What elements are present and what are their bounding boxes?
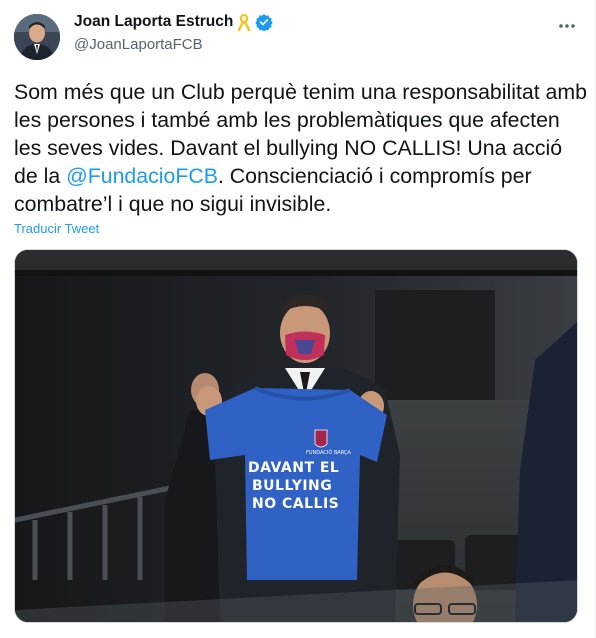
author-name-row: Joan Laporta Estruch bbox=[74, 13, 274, 32]
photo-scene: FUNDACIÓ BARÇA DAVANT EL BULLYING NO CAL… bbox=[15, 250, 577, 622]
tweet-text: Som més que un Club perquè tenim una res… bbox=[14, 78, 589, 218]
translate-tweet-link[interactable]: Traducir Tweet bbox=[14, 221, 99, 236]
author-name[interactable]: Joan Laporta Estruch bbox=[74, 13, 233, 31]
more-options-icon[interactable] bbox=[557, 16, 577, 36]
shirt-line-1: DAVANT EL bbox=[248, 460, 339, 476]
author-handle[interactable]: @JoanLaportaFCB bbox=[74, 36, 203, 53]
tweet-photo[interactable]: FUNDACIÓ BARÇA DAVANT EL BULLYING NO CAL… bbox=[14, 249, 578, 623]
shirt-line-2: BULLYING bbox=[252, 478, 332, 494]
shirt-logo-text: FUNDACIÓ BARÇA bbox=[306, 449, 351, 456]
tweet-card: Joan Laporta Estruch @JoanLaportaFCB Som… bbox=[0, 0, 596, 638]
yellow-ribbon-icon bbox=[237, 13, 251, 32]
mention-link[interactable]: @FundacioFCB bbox=[66, 164, 218, 188]
author-avatar[interactable] bbox=[14, 14, 60, 60]
verified-badge-icon bbox=[255, 13, 274, 32]
shirt-line-3: NO CALLIS bbox=[252, 496, 339, 512]
